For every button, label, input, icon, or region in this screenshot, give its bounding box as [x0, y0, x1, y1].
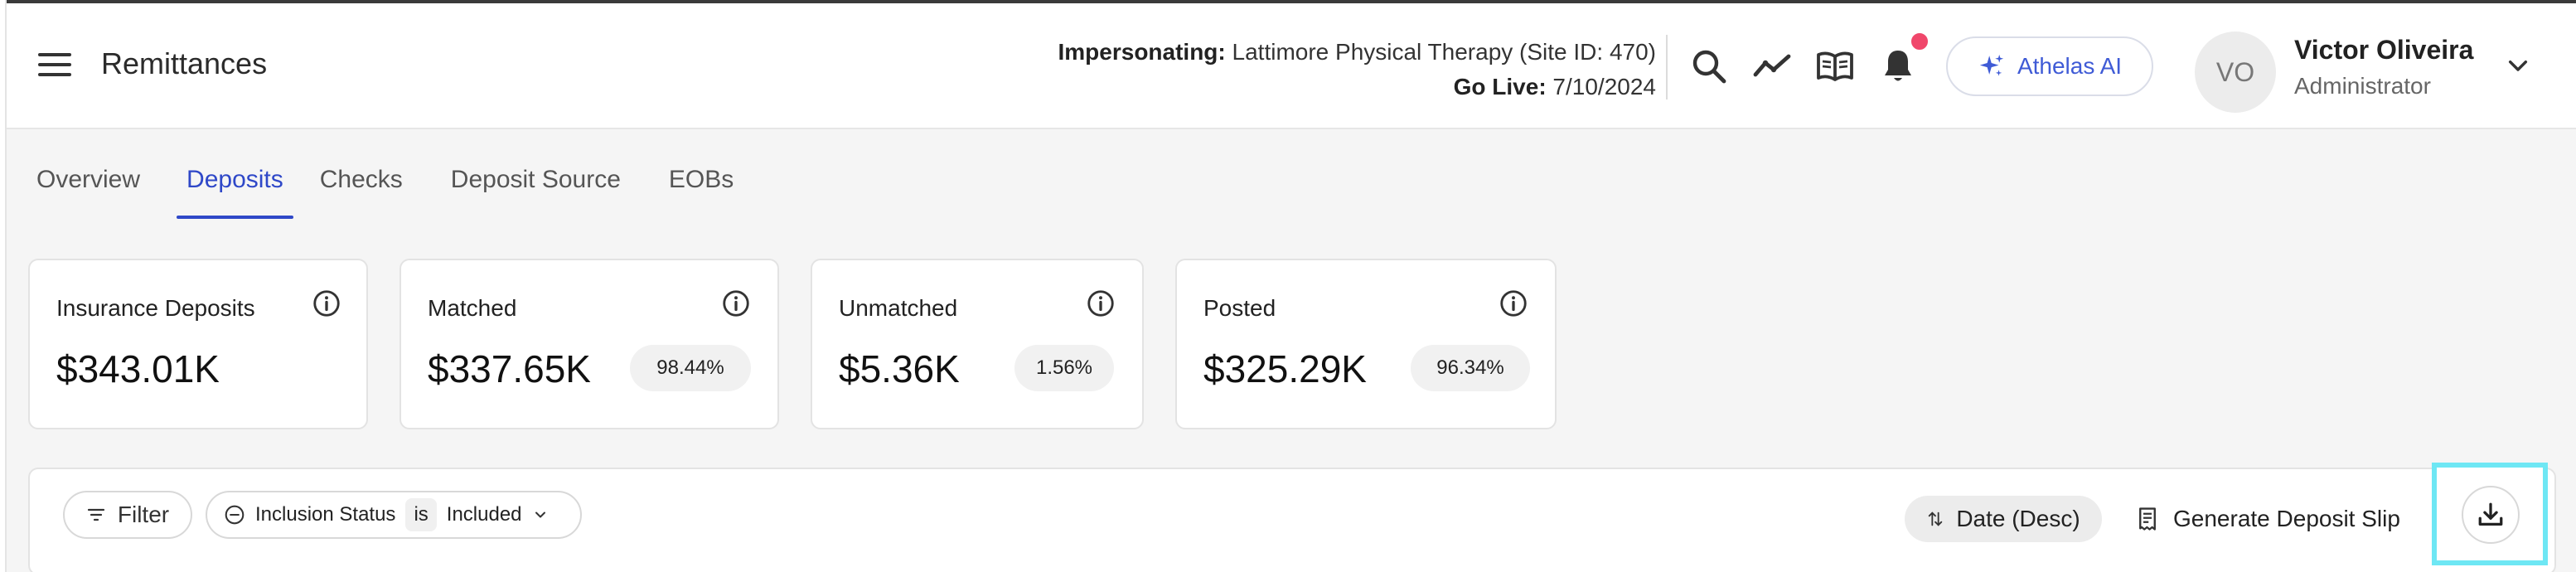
tab-checks[interactable]: Checks — [320, 166, 403, 219]
chip-field: Inclusion Status — [255, 503, 396, 526]
page-title: Remittances — [101, 46, 268, 80]
filter-icon — [87, 508, 104, 521]
card-title: Insurance Deposits — [56, 295, 255, 321]
golive-label: Go Live: — [1453, 74, 1547, 99]
percent-badge: 98.44% — [630, 345, 751, 391]
impersonation-info: Impersonating: Lattimore Physical Therap… — [1058, 35, 1657, 104]
card-title: Matched — [428, 295, 517, 321]
card-title: Unmatched — [839, 295, 958, 321]
card-value: $337.65K — [428, 347, 591, 390]
filter-button[interactable]: Filter — [63, 491, 192, 539]
impersonating-label: Impersonating: — [1058, 39, 1226, 65]
chip-value: Included — [446, 503, 522, 526]
athelas-ai-label: Athelas AI — [2017, 53, 2123, 79]
trend-icon[interactable] — [1752, 46, 1792, 86]
athelas-ai-button[interactable]: Athelas AI — [1946, 36, 2153, 96]
card-value: $325.29K — [1203, 347, 1367, 390]
percent-badge: 96.34% — [1411, 345, 1530, 391]
info-icon[interactable] — [721, 288, 751, 318]
info-icon[interactable] — [1086, 288, 1116, 318]
menu-icon[interactable] — [38, 53, 71, 80]
info-icon[interactable] — [312, 288, 341, 318]
impersonating-value: Lattimore Physical Therapy (Site ID: 470… — [1232, 39, 1656, 65]
tab-deposits[interactable]: Deposits — [177, 166, 293, 219]
tab-deposit-source[interactable]: Deposit Source — [451, 166, 621, 219]
tab-overview[interactable]: Overview — [36, 166, 140, 219]
filter-label: Filter — [117, 502, 170, 527]
card-value: $5.36K — [839, 347, 960, 390]
card-value: $343.01K — [56, 347, 220, 390]
chevron-down-icon[interactable] — [2501, 53, 2535, 80]
sort-icon — [1929, 511, 1943, 526]
inclusion-status-filter-chip[interactable]: Inclusion Status is Included — [206, 491, 582, 539]
card-insurance-deposits: Insurance Deposits $343.01K — [28, 259, 368, 429]
book-icon[interactable] — [1815, 46, 1855, 86]
sort-label: Date (Desc) — [1956, 506, 2080, 531]
avatar[interactable]: VO — [2195, 32, 2276, 113]
tab-bar: Overview Deposits Checks Deposit Source … — [36, 166, 734, 219]
card-title: Posted — [1203, 295, 1276, 321]
header-divider — [1666, 35, 1668, 99]
search-icon[interactable] — [1689, 46, 1729, 86]
card-matched: Matched $337.65K 98.44% — [399, 259, 779, 429]
notification-dot — [1910, 32, 1930, 51]
generate-deposit-slip-button[interactable]: Generate Deposit Slip — [2135, 494, 2400, 544]
remove-filter-icon[interactable] — [224, 504, 245, 526]
sparkle-icon — [1979, 54, 2004, 76]
generate-deposit-slip-label: Generate Deposit Slip — [2173, 506, 2400, 531]
tab-eobs[interactable]: EOBs — [669, 166, 734, 219]
receipt-icon — [2139, 507, 2156, 531]
card-posted: Posted $325.29K 96.34% — [1175, 259, 1557, 429]
percent-badge: 1.56% — [1014, 345, 1114, 391]
chevron-down-icon — [535, 511, 545, 518]
chip-operator: is — [405, 498, 437, 531]
download-button[interactable] — [2462, 486, 2520, 544]
deposits-toolbar: Filter Inclusion Status is Included Date… — [28, 463, 2556, 572]
bell-icon[interactable] — [1878, 46, 1918, 86]
card-unmatched: Unmatched $5.36K 1.56% — [811, 259, 1144, 429]
window-left-edge — [0, 0, 7, 572]
golive-value: 7/10/2024 — [1552, 74, 1656, 99]
user-name: Victor Oliveira — [2294, 35, 2474, 65]
info-icon[interactable] — [1499, 288, 1528, 318]
app-header: Remittances Impersonating: Lattimore Phy… — [7, 3, 2576, 129]
download-icon — [2478, 502, 2503, 526]
sort-button[interactable]: Date (Desc) — [1905, 496, 2102, 542]
download-highlight — [2432, 463, 2548, 565]
user-role: Administrator — [2294, 73, 2431, 99]
